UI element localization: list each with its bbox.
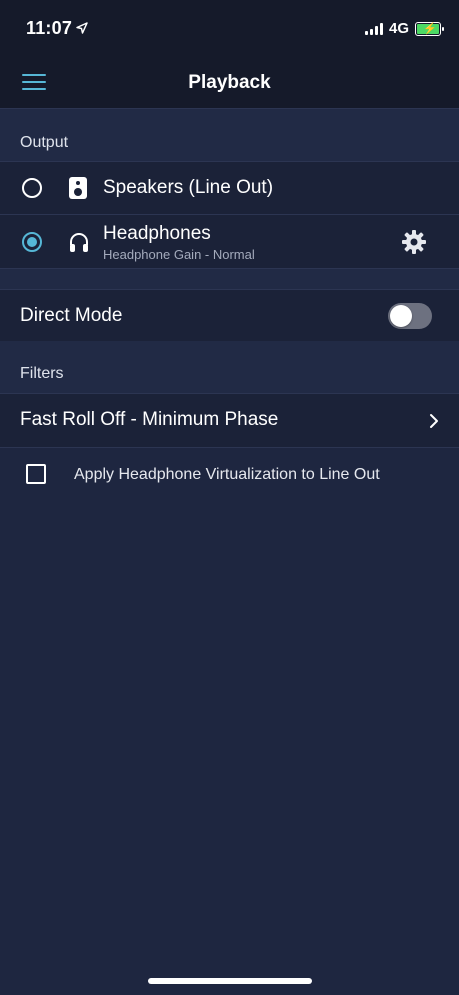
gear-icon[interactable] <box>401 229 427 255</box>
selected-filter-label: Fast Roll Off - Minimum Phase <box>20 409 279 430</box>
battery-charging-icon: ⚡ <box>415 21 444 36</box>
signal-strength-icon <box>364 22 383 35</box>
status-indicators: 4G ⚡ <box>364 20 444 37</box>
virtualization-row[interactable]: Apply Headphone Virtualization to Line O… <box>0 448 459 500</box>
location-arrow-icon <box>76 22 88 34</box>
filter-select-row[interactable]: Fast Roll Off - Minimum Phase <box>0 394 459 448</box>
filters-section-header: Filters <box>0 341 459 394</box>
status-time: 11:07 <box>26 18 73 38</box>
speaker-icon <box>69 177 87 199</box>
virtualization-label: Apply Headphone Virtualization to Line O… <box>74 466 380 483</box>
output-option-headphones[interactable]: Headphones Headphone Gain - Normal <box>0 215 459 269</box>
output-header-label: Output <box>20 134 69 151</box>
virtualization-checkbox[interactable] <box>26 464 46 484</box>
headphones-radio[interactable] <box>22 232 42 252</box>
filters-header-label: Filters <box>20 365 64 382</box>
toggle-knob <box>390 305 412 327</box>
direct-mode-toggle[interactable] <box>388 303 432 329</box>
direct-mode-label: Direct Mode <box>20 305 123 326</box>
home-indicator[interactable] <box>148 978 312 984</box>
output-section-header: Output <box>0 109 459 162</box>
headphones-label: Headphones <box>103 223 211 244</box>
section-spacer <box>0 269 459 289</box>
speakers-label: Speakers (Line Out) <box>103 177 274 198</box>
direct-mode-row: Direct Mode <box>0 289 459 342</box>
navigation-bar: Playback <box>0 60 459 109</box>
headphones-icon <box>70 233 88 252</box>
speakers-radio[interactable] <box>22 178 42 198</box>
network-type: 4G <box>388 20 409 37</box>
headphone-gain-subtitle: Headphone Gain - Normal <box>103 247 255 262</box>
chevron-right-icon <box>430 414 438 428</box>
status-bar: 11:07 4G ⚡ <box>0 0 459 60</box>
page-title: Playback <box>188 72 271 93</box>
output-option-speakers[interactable]: Speakers (Line Out) <box>0 162 459 215</box>
